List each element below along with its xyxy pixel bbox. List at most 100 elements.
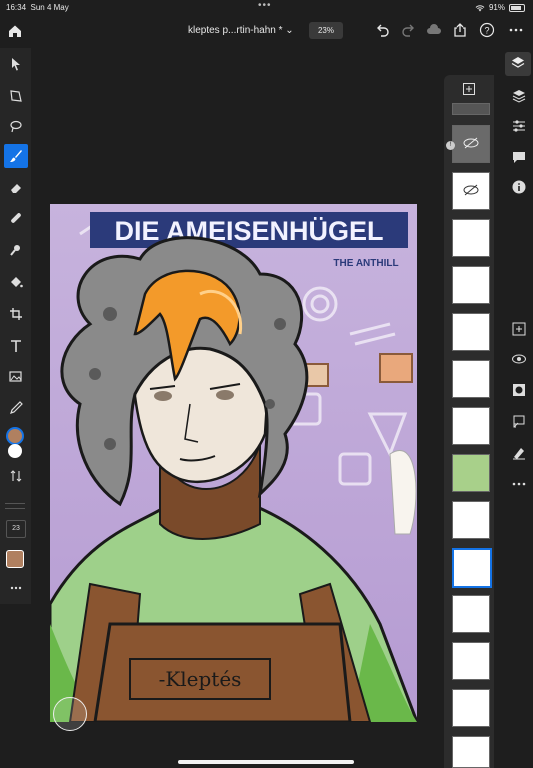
move-tool[interactable] [4, 52, 28, 76]
clip-layer-button[interactable] [511, 414, 527, 430]
toolbar-divider [5, 503, 25, 504]
share-icon[interactable] [452, 22, 468, 38]
comment-icon [513, 152, 525, 163]
layer-thumbnail[interactable] [452, 736, 490, 768]
clone-tool[interactable] [4, 238, 28, 262]
chevron-down-icon: ⌄ [285, 25, 294, 36]
undo-icon[interactable] [375, 22, 391, 38]
add-layer-button[interactable] [511, 321, 527, 337]
eyedropper-icon [10, 401, 23, 414]
mask-icon [513, 384, 525, 396]
brush-cursor [53, 697, 87, 731]
info-button[interactable] [511, 179, 527, 195]
more-icon [10, 586, 22, 590]
mask-button[interactable] [511, 382, 527, 398]
layer-thumbnail[interactable] [452, 103, 490, 115]
brush-icon [10, 150, 22, 162]
eraser-tool[interactable] [4, 176, 28, 200]
transform-icon [10, 90, 22, 102]
artwork-illustration: DIE AMEISENHÜGEL THE ANTHILL -Kleptés [50, 204, 417, 722]
bandage-icon [11, 213, 21, 223]
artwork-canvas[interactable]: DIE AMEISENHÜGEL THE ANTHILL -Kleptés [50, 204, 417, 722]
text-icon [11, 340, 21, 352]
eye-icon [512, 354, 526, 364]
cursor-icon [12, 58, 20, 71]
clip-icon [513, 415, 525, 428]
layer-thumbnail[interactable] [452, 454, 490, 492]
layer-thumbnail[interactable] [452, 313, 490, 351]
layer-info-badge[interactable]: ! [446, 141, 455, 150]
brush-tool[interactable] [4, 144, 28, 168]
tool-bar: 23 [0, 48, 31, 604]
top-bar: kleptes p...rtin-hahn * ⌄ 23% ? [0, 14, 533, 48]
brush-color-chip[interactable] [6, 550, 24, 568]
paint-bucket-icon [11, 277, 23, 288]
text-tool[interactable] [4, 334, 28, 358]
stamp-icon [10, 245, 20, 256]
layer-thumbnail[interactable] [452, 407, 490, 445]
swap-colors-button[interactable] [4, 464, 28, 488]
transform-tool[interactable] [4, 84, 28, 108]
layers-button[interactable] [505, 52, 531, 76]
eyedropper-tool[interactable] [4, 396, 28, 420]
layer-thumbnail[interactable] [452, 595, 490, 633]
more-layer-options[interactable] [511, 476, 527, 492]
home-indicator[interactable] [178, 760, 354, 764]
more-tools-button[interactable] [4, 576, 28, 600]
layer-thumbnail[interactable] [452, 266, 490, 304]
brush-size-field[interactable]: 23 [6, 520, 26, 538]
swap-icon [10, 470, 22, 482]
info-icon [512, 180, 526, 194]
layer-thumbnail[interactable] [452, 642, 490, 680]
visibility-button[interactable] [511, 351, 527, 367]
layer-thumbnail-hidden[interactable] [452, 125, 490, 163]
multitask-dots[interactable]: ••• [258, 0, 272, 11]
fill-stroke-icon [513, 448, 525, 460]
background-color-swatch[interactable] [8, 444, 22, 458]
status-bar: 16:34 Sun 4 May ••• 91% [0, 0, 533, 14]
fill-tool[interactable] [4, 270, 28, 294]
layer-thumbnail-selected[interactable] [452, 548, 492, 588]
adjustments-button[interactable] [511, 118, 527, 134]
artwork-subtitle: THE ANTHILL [333, 258, 398, 269]
layer-thumbnail[interactable] [452, 219, 490, 257]
lasso-tool[interactable] [4, 114, 28, 138]
battery-percent: 91% [488, 3, 505, 12]
status-right: 91% [475, 3, 525, 12]
add-layer-icon[interactable] [463, 83, 475, 95]
lasso-icon [10, 120, 22, 133]
document-title[interactable]: kleptes p...rtin-hahn * ⌄ [188, 25, 294, 36]
eraser-icon [11, 184, 21, 193]
sliders-icon [513, 120, 525, 132]
comments-button[interactable] [511, 149, 527, 165]
cloud-icon[interactable] [426, 22, 442, 38]
right-panel-bar [503, 48, 533, 768]
image-icon [9, 371, 22, 382]
eye-off-icon [463, 184, 479, 196]
place-image-tool[interactable] [4, 364, 28, 388]
layer-thumbnail-hidden[interactable] [452, 172, 490, 210]
more-icon [512, 482, 526, 486]
layer-properties-button[interactable] [511, 88, 527, 104]
crop-tool[interactable] [4, 302, 28, 326]
foreground-color-swatch[interactable] [6, 427, 24, 445]
svg-text:?: ? [484, 26, 489, 36]
help-icon[interactable]: ? [479, 22, 495, 38]
battery-icon [509, 3, 525, 12]
home-icon[interactable] [6, 22, 24, 40]
artwork-title: DIE AMEISENHÜGEL [114, 216, 383, 246]
plus-square-icon [512, 322, 526, 336]
layer-thumbnail[interactable] [452, 360, 490, 398]
crop-icon [10, 308, 22, 320]
layers-panel: ! [444, 75, 494, 768]
layer-thumbnail[interactable] [452, 689, 490, 727]
more-icon[interactable] [508, 22, 524, 38]
status-time: 16:34 Sun 4 May [6, 3, 69, 12]
healing-tool[interactable] [4, 206, 28, 230]
toolbar-divider [5, 508, 25, 509]
redo-icon[interactable] [400, 22, 416, 38]
zoom-level[interactable]: 23% [309, 22, 343, 39]
artwork-nametag: -Kleptés [159, 667, 242, 691]
layer-thumbnail[interactable] [452, 501, 490, 539]
fill-layer-button[interactable] [511, 445, 527, 461]
